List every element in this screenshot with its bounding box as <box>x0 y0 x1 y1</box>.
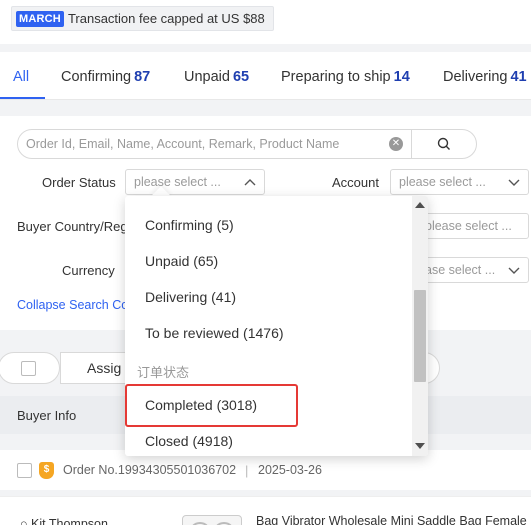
chevron-down-icon <box>508 258 520 290</box>
user-icon: ○ <box>20 517 32 525</box>
currency-label: Currency <box>62 263 115 278</box>
tab-delivering[interactable]: Delivering 41 <box>443 69 527 85</box>
product-thumbnail[interactable] <box>182 515 242 525</box>
highlight-box <box>125 384 298 427</box>
tab-count: 87 <box>134 69 151 85</box>
promo-badge: MARCH <box>16 10 64 27</box>
account-select[interactable]: please select ... <box>390 169 529 195</box>
chevron-down-icon <box>508 170 520 202</box>
buyer-name: ○ Kit Thompson <box>20 517 108 525</box>
collapse-search-link[interactable]: Collapse Search Co <box>17 298 128 312</box>
promo-chip[interactable]: MARCH Transaction fee capped at US $88 <box>11 6 274 31</box>
tab-count: 41 <box>510 69 527 85</box>
search-input[interactable] <box>26 130 386 158</box>
account-label: Account <box>332 175 379 190</box>
order-checkbox[interactable] <box>17 463 32 478</box>
tab-preparing-to-ship[interactable]: Preparing to ship 14 <box>281 69 410 85</box>
table-row: $ Order No.19934305501036702 | 2025-03-2… <box>0 450 531 490</box>
shield-badge-icon: $ <box>39 462 54 479</box>
dropdown-scrollbar[interactable] <box>412 196 428 456</box>
option-to-be-reviewed[interactable]: To be reviewed (1476) <box>145 325 284 341</box>
promo-text: Transaction fee capped at US $88 <box>67 11 265 26</box>
promo-bar: MARCH Transaction fee capped at US $88 <box>0 0 531 44</box>
tab-count: 14 <box>393 69 410 85</box>
search-button[interactable] <box>411 129 477 159</box>
order-status-tabs: All Confirming 87 Unpaid 65 Preparing to s… <box>0 52 531 100</box>
option-closed[interactable]: Closed (4918) <box>145 433 233 449</box>
tab-unpaid[interactable]: Unpaid 65 <box>184 69 249 85</box>
scroll-up-arrow-icon[interactable] <box>415 202 425 208</box>
tab-all[interactable]: All <box>13 69 29 85</box>
option-unpaid[interactable]: Unpaid (65) <box>145 253 218 269</box>
product-title[interactable]: Bag Vibrator Wholesale Mini Saddle Bag F… <box>256 514 527 525</box>
search-icon <box>437 137 450 150</box>
option-group-label: 订单状态 <box>137 365 190 380</box>
order-detail-row: ○ Kit Thompson Bag Vibrator Wholesale Mi… <box>0 496 531 525</box>
select-all-pill <box>0 352 60 384</box>
active-tab-underline <box>0 97 45 99</box>
order-date: 2025-03-26 <box>258 463 322 477</box>
order-status-select[interactable]: please select ... <box>125 169 265 195</box>
option-confirming[interactable]: Confirming (5) <box>145 217 234 233</box>
scroll-down-arrow-icon[interactable] <box>415 443 425 449</box>
buyer-info-header: Buyer Info <box>17 408 77 423</box>
order-number[interactable]: Order No.19934305501036702 <box>63 463 236 477</box>
divider: | <box>245 463 249 478</box>
clear-icon[interactable]: ✕ <box>389 137 403 151</box>
tab-confirming[interactable]: Confirming 87 <box>61 69 150 85</box>
select-all-checkbox[interactable] <box>21 361 36 376</box>
search-box: ✕ <box>17 129 412 159</box>
order-status-label: Order Status <box>42 175 116 190</box>
buyer-country-label: Buyer Country/Regi <box>17 219 131 234</box>
option-delivering[interactable]: Delivering (41) <box>145 289 236 305</box>
scroll-thumb[interactable] <box>414 290 426 382</box>
tab-count: 65 <box>232 69 250 85</box>
